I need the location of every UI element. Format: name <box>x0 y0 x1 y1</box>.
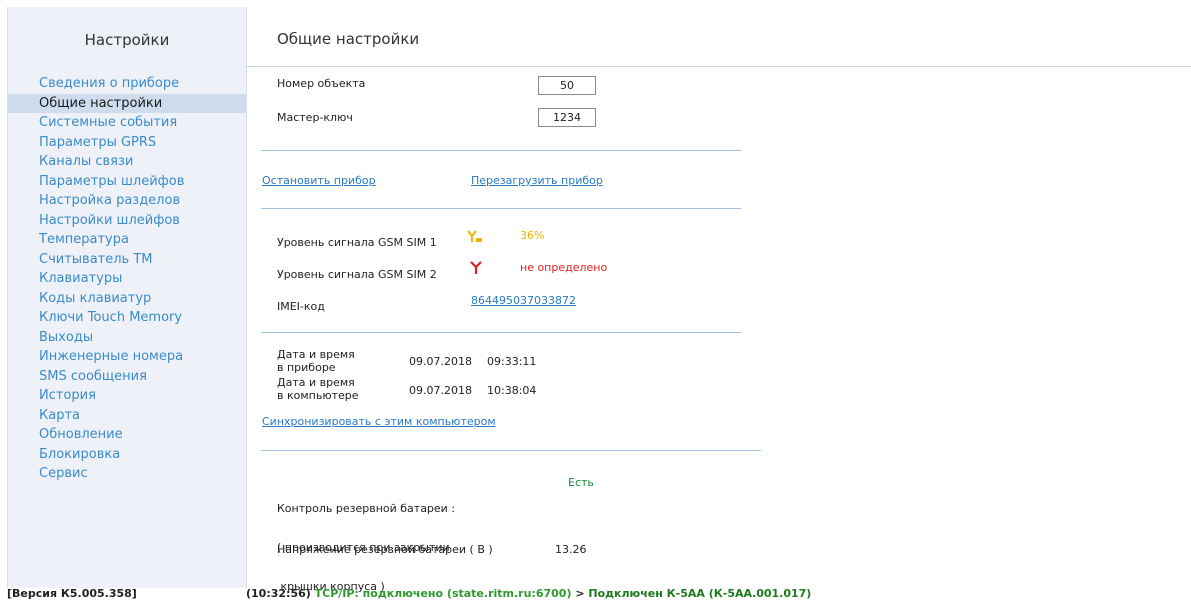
sidebar-item[interactable]: SMS сообщения <box>8 367 246 387</box>
device-time-label-line2: в приборе <box>277 361 336 374</box>
sync-link[interactable]: Синхронизировать с этим компьютером <box>262 415 496 428</box>
master-key-label: Мастер-ключ <box>277 111 353 124</box>
tcp-status: TCP/IP: подключено (state.ritm.ru:6700) <box>314 587 572 600</box>
status-bar: [Версия К5.005.358] (10:32:56) TCP/IP: п… <box>0 587 1191 602</box>
separator <box>261 150 741 151</box>
main-header: Общие настройки <box>246 7 1191 67</box>
battery-control-label-line1: Контроль резервной батареи : <box>277 502 456 515</box>
sidebar-item[interactable]: Ключи Touch Memory <box>8 308 246 328</box>
sidebar-item[interactable]: Карта <box>8 406 246 426</box>
device-time-label: Дата и время в приборе <box>277 348 355 374</box>
pc-time: 10:38:04 <box>487 384 537 397</box>
separator <box>261 208 741 209</box>
device-time-label-line1: Дата и время <box>277 348 355 361</box>
sidebar-item[interactable]: Считыватель ТМ <box>8 250 246 270</box>
sidebar-item[interactable]: Инженерные номера <box>8 347 246 367</box>
separator <box>261 332 741 333</box>
sidebar: Настройки Сведения о приборе Общие настро… <box>7 7 247 588</box>
battery-voltage-label: Напряжение резервной батареи ( В ) <box>277 543 493 556</box>
sidebar-item[interactable]: Коды клавиатур <box>8 289 246 309</box>
gsm-sim1-label: Уровень сигнала GSM SIM 1 <box>277 236 437 249</box>
pc-time-label-line2: в компьютере <box>277 389 359 402</box>
device-date: 09.07.2018 <box>409 355 472 368</box>
status-time: (10:32:56) <box>246 587 311 600</box>
imei-value[interactable]: 864495037033872 <box>471 294 576 307</box>
pc-time-label-line1: Дата и время <box>277 376 355 389</box>
imei-label: IMEI-код <box>277 300 325 313</box>
pc-date: 09.07.2018 <box>409 384 472 397</box>
stop-device-link[interactable]: Остановить прибор <box>262 174 376 187</box>
sidebar-item[interactable]: Параметры GPRS <box>8 133 246 153</box>
antenna-icon <box>470 260 482 279</box>
pc-time-label: Дата и время в компьютере <box>277 376 359 402</box>
signal-low-icon <box>467 229 483 248</box>
sidebar-menu: Сведения о приборе Общие настройки Системн… <box>8 74 246 484</box>
connection-status: (10:32:56) TCP/IP: подключено (state.rit… <box>246 587 811 600</box>
gsm-sim1-value: 36% <box>520 229 545 242</box>
sidebar-title: Настройки <box>84 31 170 49</box>
battery-voltage-value: 13.26 <box>555 543 587 556</box>
status-arrow: > <box>575 587 585 600</box>
gsm-sim2-label: Уровень сигнала GSM SIM 2 <box>277 268 437 281</box>
master-key-input[interactable] <box>538 108 596 127</box>
sidebar-item[interactable]: Сведения о приборе <box>8 74 246 94</box>
version-label: [Версия К5.005.358] <box>7 587 137 600</box>
sidebar-item[interactable]: Настройки шлейфов <box>8 211 246 231</box>
restart-device-link[interactable]: Перезагрузить прибор <box>471 174 603 187</box>
sidebar-item[interactable]: Системные события <box>8 113 246 133</box>
sidebar-item[interactable]: Параметры шлейфов <box>8 172 246 192</box>
gsm-sim2-value: не определено <box>520 261 608 274</box>
sidebar-item[interactable]: Сервис <box>8 464 246 484</box>
sidebar-item[interactable]: Блокировка <box>8 445 246 465</box>
object-number-input[interactable] <box>538 76 596 95</box>
sidebar-item[interactable]: Обновление <box>8 425 246 445</box>
separator <box>261 450 761 451</box>
device-time: 09:33:11 <box>487 355 537 368</box>
sidebar-item[interactable]: Общие настройки <box>8 93 246 113</box>
page-title: Общие настройки <box>277 30 420 48</box>
sidebar-item[interactable]: Каналы связи <box>8 152 246 172</box>
sidebar-item[interactable]: Температура <box>8 230 246 250</box>
device-status: Подключен К-5АА (К-5АА.001.017) <box>588 587 812 600</box>
sidebar-item[interactable]: Настройка разделов <box>8 191 246 211</box>
battery-control-value: Есть <box>568 476 594 489</box>
sidebar-item[interactable]: Выходы <box>8 328 246 348</box>
sidebar-item[interactable]: История <box>8 386 246 406</box>
object-number-label: Номер объекта <box>277 77 366 90</box>
sidebar-item[interactable]: Клавиатуры <box>8 269 246 289</box>
